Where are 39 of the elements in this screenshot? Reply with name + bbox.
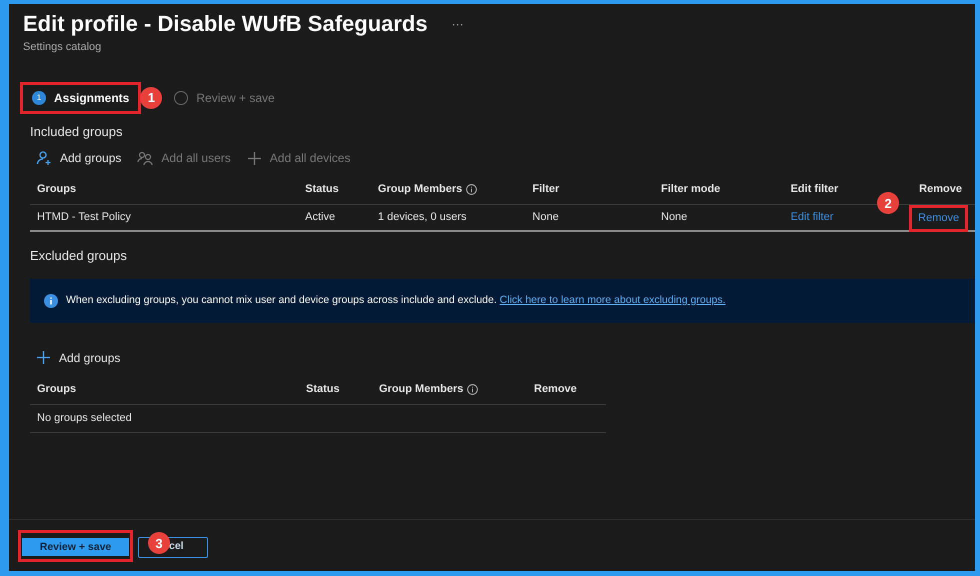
page-title: Edit profile - Disable WUfB Safeguards <box>23 10 428 38</box>
table-cell-text: HTMD - Test Policy <box>37 210 132 226</box>
empty-message: No groups selected <box>37 410 132 426</box>
table-cell-text: Active <box>305 210 336 226</box>
callout-badge: 1 <box>140 86 162 108</box>
people-icon <box>137 150 154 166</box>
plus-icon <box>246 150 262 166</box>
column-header: Filter <box>532 182 560 198</box>
column-header: Groups <box>37 382 78 397</box>
page-subtitle: Settings catalog <box>23 40 102 55</box>
more-button[interactable]: ··· <box>452 15 464 33</box>
step-tab[interactable]: Review + save <box>165 82 284 114</box>
learn-more-link[interactable]: Click here to learn more about excluding groups. <box>500 294 726 306</box>
callout-badge: 3 <box>148 532 170 554</box>
column-header: Group Members <box>378 181 532 198</box>
step-tab[interactable]: 1 Assignments <box>20 82 142 114</box>
column-header: Remove <box>919 182 963 198</box>
toolbar-button[interactable]: Add groups <box>36 348 120 366</box>
callout-badge: 2 <box>877 192 900 214</box>
plus-icon <box>36 350 51 365</box>
table-cell-text: 1 devices, 0 users <box>378 210 468 226</box>
column-header: Filter mode <box>661 182 722 198</box>
info-message: When excluding groups, you cannot mix user and device groups across include and exclude. Click here to learn more about excluding groups. <box>66 292 726 308</box>
section-title: Included groups <box>29 122 124 141</box>
step-number: 1 <box>32 90 46 104</box>
table-cell-text: None <box>532 210 560 226</box>
column-header: Groups <box>37 182 78 198</box>
add-person-icon <box>36 150 52 166</box>
review-save-button[interactable]: Review + save <box>22 538 129 556</box>
column-header: Group Members <box>379 380 534 398</box>
remove-link[interactable]: Remove <box>909 205 968 232</box>
table-cell-text: None <box>661 210 688 226</box>
column-header: Remove <box>534 382 578 397</box>
column-header: Status <box>305 182 340 198</box>
toolbar-button[interactable]: Add groups <box>36 149 122 167</box>
section-title: Excluded groups <box>29 247 128 265</box>
column-header: Edit filter <box>790 182 840 198</box>
column-header: Status <box>306 382 341 397</box>
info-icon <box>44 294 58 308</box>
